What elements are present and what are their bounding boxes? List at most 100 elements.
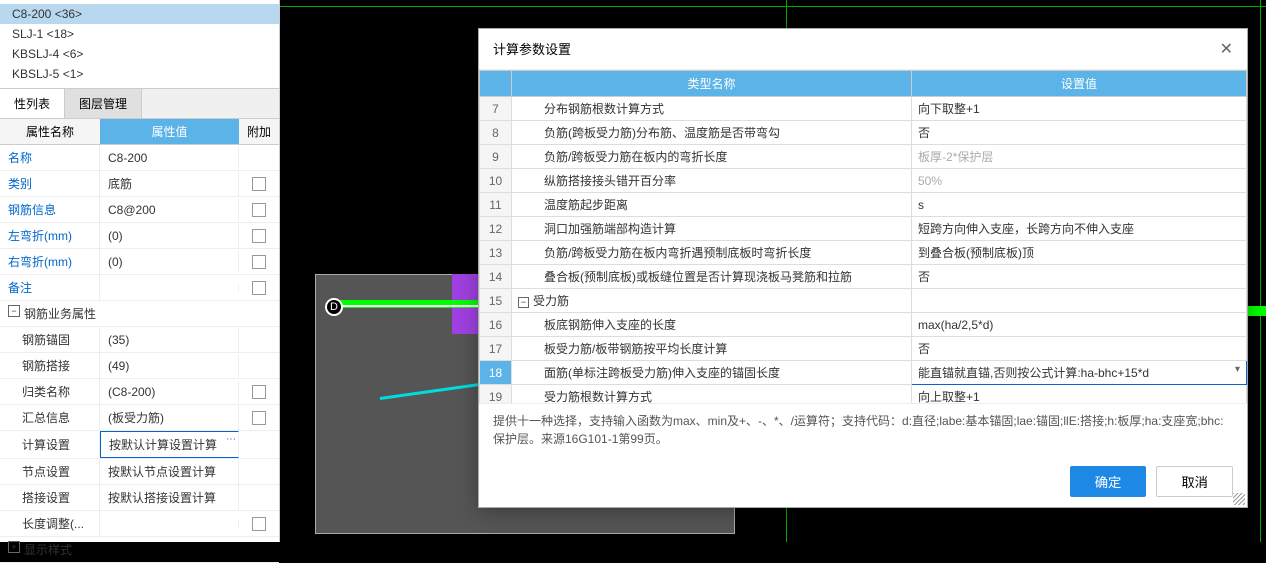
param-type[interactable]: 负筋/跨板受力筋在板内弯折遇预制底板时弯折长度 [512, 241, 912, 265]
prop-key: 钢筋信息 [0, 197, 100, 222]
tree-item[interactable]: SLJ-1 <18> [0, 24, 279, 44]
param-value[interactable]: 向上取整+1 [912, 385, 1247, 404]
param-value[interactable]: 能直锚就直锚,否则按公式计算:ha-bhc+15*d▾ [912, 361, 1247, 385]
param-type[interactable]: −受力筋 [512, 289, 912, 313]
prop-key: 长度调整(... [0, 511, 100, 536]
group-display[interactable]: +显示样式 [0, 537, 279, 563]
prop-key: 类别 [0, 171, 100, 196]
extra-checkbox[interactable] [252, 411, 266, 425]
more-icon[interactable]: ⋯ [226, 434, 236, 445]
cancel-button[interactable]: 取消 [1156, 466, 1233, 497]
prop-val[interactable]: 按默认节点设置计算 [100, 459, 239, 484]
param-type[interactable]: 纵筋搭接接头错开百分率 [512, 169, 912, 193]
col-value: 设置值 [912, 71, 1247, 97]
row-number[interactable]: 14 [480, 265, 512, 289]
resize-grip-icon[interactable] [1233, 493, 1245, 505]
row-number[interactable]: 17 [480, 337, 512, 361]
extra-checkbox[interactable] [252, 177, 266, 191]
prop-val[interactable]: 按默认搭接设置计算 [100, 485, 239, 510]
param-type[interactable]: 分布钢筋根数计算方式 [512, 97, 912, 121]
prop-val[interactable]: (C8-200) [100, 381, 239, 403]
param-value[interactable]: s [912, 193, 1247, 217]
prop-key: 备注 [0, 275, 100, 300]
row-number[interactable]: 13 [480, 241, 512, 265]
tree-item[interactable]: KBSLJ-4 <6> [0, 44, 279, 64]
param-value[interactable]: 到叠合板(预制底板)顶 [912, 241, 1247, 265]
tree-item[interactable]: KBSLJ-5 <1> [0, 64, 279, 84]
prop-val[interactable]: 底筋 [100, 171, 239, 196]
dialog-title-text: 计算参数设置 [493, 39, 571, 59]
prop-key: 汇总信息 [0, 405, 100, 430]
param-type[interactable]: 板受力筋/板带钢筋按平均长度计算 [512, 337, 912, 361]
prop-val[interactable]: (0) [100, 251, 239, 273]
tree-item[interactable]: C8-200 <36> [0, 4, 279, 24]
param-value[interactable]: 短跨方向伸入支座，长跨方向不伸入支座 [912, 217, 1247, 241]
param-value[interactable] [912, 289, 1247, 313]
col-extra: 附加 [239, 119, 279, 144]
prop-key: 右弯折(mm) [0, 249, 100, 274]
param-type[interactable]: 负筋(跨板受力筋)分布筋、温度筋是否带弯勾 [512, 121, 912, 145]
param-type[interactable]: 受力筋根数计算方式 [512, 385, 912, 404]
prop-val[interactable]: (35) [100, 329, 239, 351]
extra-checkbox[interactable] [252, 385, 266, 399]
prop-val[interactable]: (49) [100, 355, 239, 377]
prop-val[interactable]: C8@200 [100, 199, 239, 221]
prop-val[interactable] [100, 520, 239, 528]
prop-val-calc-settings[interactable]: 按默认计算设置计算⋯ [100, 431, 239, 458]
row-number[interactable]: 7 [480, 97, 512, 121]
ok-button[interactable]: 确定 [1070, 466, 1147, 497]
param-value[interactable]: 否 [912, 337, 1247, 361]
dialog-titlebar[interactable]: 计算参数设置 ✕ [479, 29, 1247, 70]
group-rebar-biz[interactable]: −钢筋业务属性 [0, 301, 279, 327]
axis-label-d: D [325, 298, 343, 316]
prop-key: 计算设置 [0, 432, 100, 457]
row-number[interactable]: 18 [480, 361, 512, 385]
collapse-icon[interactable]: − [518, 297, 529, 308]
param-value[interactable]: 否 [912, 265, 1247, 289]
param-type[interactable]: 板底钢筋伸入支座的长度 [512, 313, 912, 337]
row-number[interactable]: 16 [480, 313, 512, 337]
dropdown-icon[interactable]: ▾ [1235, 364, 1240, 375]
row-number[interactable]: 12 [480, 217, 512, 241]
prop-val[interactable]: (板受力筋) [100, 405, 239, 430]
axis-vertical [1260, 0, 1261, 542]
row-number[interactable]: 10 [480, 169, 512, 193]
param-type[interactable]: 面筋(单标注跨板受力筋)伸入支座的锚固长度 [512, 361, 912, 385]
row-number[interactable]: 19 [480, 385, 512, 404]
extra-checkbox[interactable] [252, 517, 266, 531]
left-panel: C8-200 <36> SLJ-1 <18> KBSLJ-4 <6> KBSLJ… [0, 0, 280, 542]
extra-checkbox[interactable] [252, 281, 266, 295]
row-number[interactable]: 8 [480, 121, 512, 145]
close-icon[interactable]: ✕ [1220, 39, 1233, 59]
extra-checkbox[interactable] [252, 229, 266, 243]
extra-checkbox[interactable] [252, 255, 266, 269]
col-type: 类型名称 [512, 71, 912, 97]
prop-val[interactable] [100, 284, 239, 292]
row-number[interactable]: 15 [480, 289, 512, 313]
extra-checkbox[interactable] [252, 203, 266, 217]
col-name: 属性名称 [0, 119, 100, 144]
param-type[interactable]: 洞口加强筋端部构造计算 [512, 217, 912, 241]
param-value[interactable]: max(ha/2,5*d) [912, 313, 1247, 337]
param-value[interactable]: 50% [912, 169, 1247, 193]
expand-icon[interactable]: + [8, 541, 20, 553]
param-type[interactable]: 叠合板(预制底板)或板缝位置是否计算现浇板马凳筋和拉筋 [512, 265, 912, 289]
prop-val[interactable]: C8-200 [100, 147, 239, 169]
param-type[interactable]: 温度筋起步距离 [512, 193, 912, 217]
prop-key: 节点设置 [0, 459, 100, 484]
row-number[interactable]: 11 [480, 193, 512, 217]
param-value[interactable]: 否 [912, 121, 1247, 145]
param-value[interactable]: 板厚-2*保护层 [912, 145, 1247, 169]
prop-key: 归类名称 [0, 379, 100, 404]
tab-layers[interactable]: 图层管理 [65, 89, 142, 118]
prop-val[interactable]: (0) [100, 225, 239, 247]
param-value[interactable]: 向下取整+1 [912, 97, 1247, 121]
params-table: 类型名称 设置值 7分布钢筋根数计算方式向下取整+1 8负筋(跨板受力筋)分布筋、… [479, 70, 1247, 403]
tab-properties[interactable]: 性列表 [0, 89, 65, 118]
row-number[interactable]: 9 [480, 145, 512, 169]
param-type[interactable]: 负筋/跨板受力筋在板内的弯折长度 [512, 145, 912, 169]
collapse-icon[interactable]: − [8, 305, 20, 317]
calc-params-dialog: 计算参数设置 ✕ 类型名称 设置值 7分布钢筋根数计算方式向下取整+1 8负筋(跨… [478, 28, 1248, 508]
prop-key: 左弯折(mm) [0, 223, 100, 248]
component-tree: C8-200 <36> SLJ-1 <18> KBSLJ-4 <6> KBSLJ… [0, 0, 279, 88]
